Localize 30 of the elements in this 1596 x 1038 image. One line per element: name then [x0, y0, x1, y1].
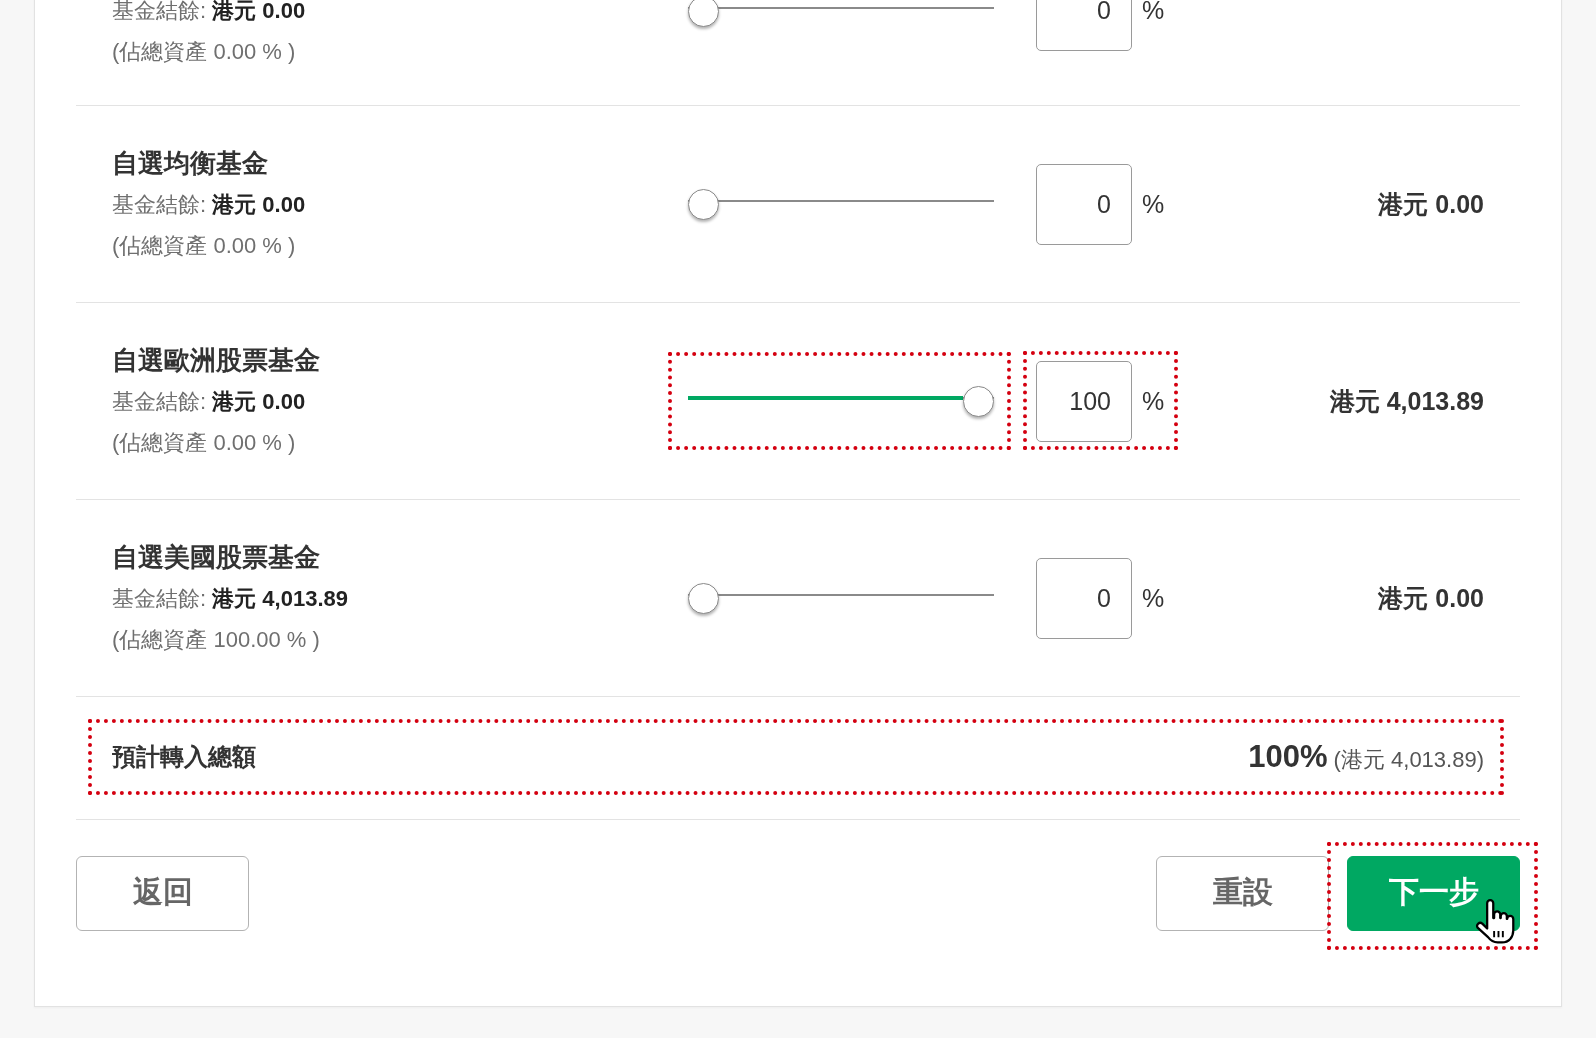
fund-name: 自選美國股票基金 [112, 540, 320, 574]
fund-balance: 基金結餘: 港元 4,013.89 [112, 584, 348, 613]
percent-unit: % [1142, 386, 1165, 416]
percent-unit: % [1142, 189, 1165, 219]
percent-input[interactable]: 0 [1036, 557, 1132, 639]
secondary-button[interactable]: 重設 [1156, 856, 1329, 931]
asset-share: (佔總資產 0.00 % ) [112, 38, 296, 66]
asset-share: (佔總資產 0.00 % ) [112, 428, 296, 457]
fund-name: 自選均衡基金 [112, 146, 268, 180]
transfer-amount: 港元 4,013.89 [1329, 385, 1484, 417]
total-value: 100% (港元 4,013.89) [1248, 739, 1484, 775]
slider-thumb[interactable] [963, 386, 994, 417]
transfer-amount: 港元 0.00 [1378, 582, 1484, 614]
fund-balance: 基金結餘: 港元 0.00 [112, 0, 306, 25]
slider-thumb[interactable] [688, 189, 719, 220]
slider-thumb[interactable] [688, 0, 719, 27]
fund-name: 自選歐洲股票基金 [112, 343, 320, 377]
transfer-amount: 港元 0.00 [1378, 188, 1484, 220]
asset-share: (佔總資產 0.00 % ) [112, 231, 296, 260]
fund-balance: 基金結餘: 港元 0.00 [112, 387, 306, 416]
percent-unit: % [1142, 583, 1165, 613]
percent-unit: % [1142, 0, 1165, 25]
slider-thumb[interactable] [688, 583, 719, 614]
percent-input[interactable]: 0 [1036, 0, 1132, 51]
fund-balance: 基金結餘: 港元 0.00 [112, 190, 306, 219]
percent-input[interactable]: 100 [1036, 360, 1132, 442]
percent-input[interactable]: 0 [1036, 163, 1132, 245]
total-label: 預計轉入總額 [112, 742, 256, 772]
asset-share: (佔總資產 100.00 % ) [112, 625, 320, 654]
secondary-button[interactable]: 返回 [76, 856, 249, 931]
